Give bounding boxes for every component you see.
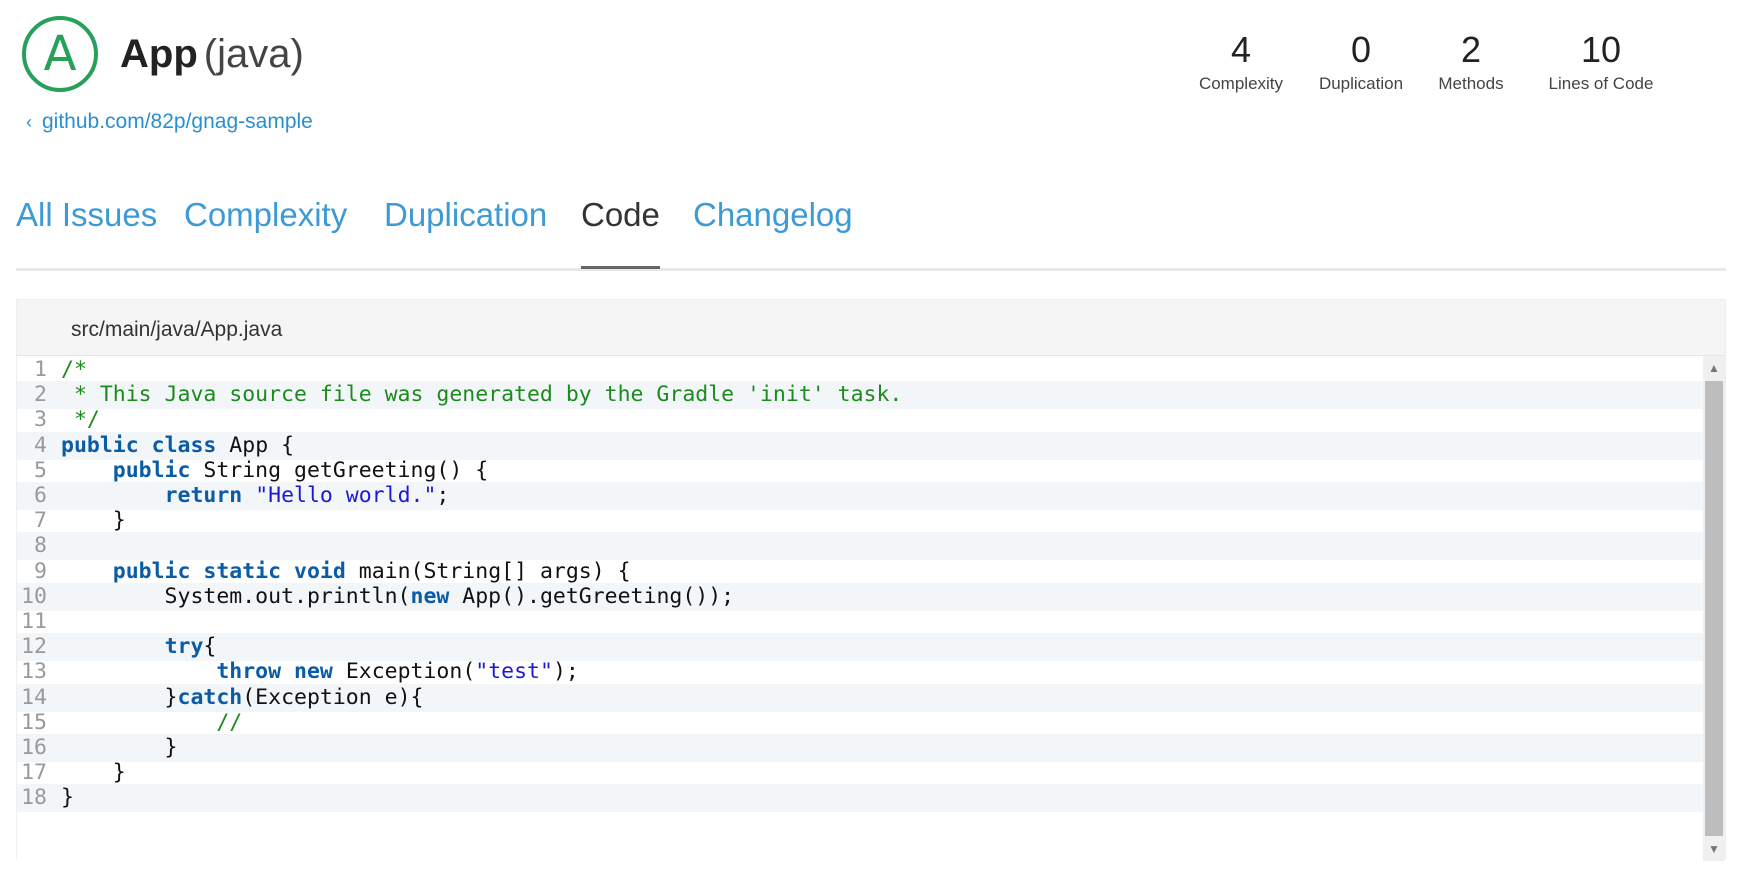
code-line: 12 try{ <box>17 633 1705 662</box>
stat-lines-of-code: 10 Lines of Code <box>1531 30 1671 94</box>
code-text: } <box>61 785 74 811</box>
code-line: 18} <box>17 784 1705 813</box>
code-line: 14 }catch(Exception e){ <box>17 683 1705 712</box>
tab-code[interactable]: Code <box>581 190 660 269</box>
code-line: 17 } <box>17 759 1705 787</box>
line-number: 2 <box>34 382 47 408</box>
stat-value: 4 <box>1230 29 1252 70</box>
chevron-left-icon: ‹ <box>26 111 32 132</box>
code-line: 16 } <box>17 734 1705 762</box>
scroll-down-icon[interactable]: ▼ <box>1703 839 1725 859</box>
stat-value: 10 <box>1580 29 1622 70</box>
line-number: 16 <box>21 735 47 760</box>
line-number: 4 <box>34 432 47 458</box>
code-text: public static void main(String[] args) { <box>112 558 631 584</box>
line-number: 15 <box>21 709 47 735</box>
line-number: 9 <box>34 558 47 584</box>
app-name: App <box>120 32 198 76</box>
line-number: 6 <box>34 483 47 508</box>
code-text: } <box>61 760 126 786</box>
code-line: 6 return "Hello world."; <box>17 482 1705 510</box>
page-title: App (java) <box>120 30 304 78</box>
line-number: 7 <box>34 508 47 534</box>
code-line: 13 throw new Exception("test"); <box>17 658 1705 686</box>
grade-badge: A <box>22 16 98 92</box>
line-number: 1 <box>34 357 47 382</box>
code-text: System.out.println(new App().getGreeting… <box>61 583 735 609</box>
code-line: 3 */ <box>17 406 1705 434</box>
code-text: } <box>61 735 178 760</box>
scroll-up-icon[interactable]: ▲ <box>1703 358 1725 378</box>
stat-value: 0 <box>1350 29 1372 70</box>
stat-label: Duplication <box>1318 74 1404 93</box>
code-text: /* <box>61 357 87 382</box>
stat-duplication: 0 Duplication <box>1301 30 1421 94</box>
tab-duplication[interactable]: Duplication <box>384 190 547 240</box>
scroll-thumb[interactable] <box>1705 381 1723 836</box>
line-number: 14 <box>21 684 47 710</box>
code-line: 7 } <box>17 507 1705 535</box>
stat-value: 2 <box>1460 29 1482 70</box>
code-text: public String getGreeting() { <box>112 457 489 483</box>
code-text: throw new Exception("test"); <box>216 659 579 685</box>
line-number: 5 <box>34 457 47 483</box>
repo-link-label: github.com/82p/gnag-sample <box>42 110 313 133</box>
code-text: return "Hello world."; <box>164 483 450 508</box>
code-viewer[interactable]: 1/* 2 * This Java source file was generat… <box>17 355 1725 861</box>
code-line: 2 * This Java source file was generated … <box>17 381 1705 410</box>
stat-complexity: 4 Complexity <box>1181 30 1301 94</box>
line-number: 11 <box>21 609 47 634</box>
stat-methods: 2 Methods <box>1421 30 1521 94</box>
stat-label: Complexity <box>1198 74 1284 93</box>
stats-panel: 4 Complexity 0 Duplication 2 Methods 10 … <box>1181 30 1741 100</box>
app-language: (java) <box>203 32 304 76</box>
code-text: public class App { <box>61 432 295 458</box>
file-path: src/main/java/App.java <box>71 318 283 341</box>
line-number: 3 <box>34 407 47 433</box>
tab-all-issues[interactable]: All Issues <box>16 190 157 240</box>
code-line: 11 <box>17 608 1705 636</box>
code-line: 10 System.out.println(new App().getGreet… <box>17 582 1705 611</box>
code-text: */ <box>61 407 100 433</box>
code-text: } <box>61 508 126 534</box>
tab-changelog[interactable]: Changelog <box>693 190 853 240</box>
code-text: // <box>61 709 243 735</box>
line-number: 10 <box>21 583 47 609</box>
code-line: 4 public class App { <box>17 431 1705 460</box>
code-line: 5 public String getGreeting() { <box>17 457 1705 485</box>
line-number: 13 <box>21 659 47 685</box>
line-number: 18 <box>21 785 47 811</box>
repo-link[interactable]: ‹ github.com/82p/gnag-sample <box>26 110 313 134</box>
stat-label: Lines of Code <box>1548 74 1654 93</box>
code-line: 8 <box>17 532 1705 561</box>
code-panel: src/main/java/App.java 1/* 2 * This Java … <box>16 299 1726 861</box>
code-text: }catch(Exception e){ <box>61 684 424 710</box>
line-number: 17 <box>21 760 47 786</box>
code-line: 9 public static void main(String[] args)… <box>17 558 1705 586</box>
code-text: try{ <box>164 634 217 660</box>
code-line: 15 // <box>17 709 1705 737</box>
vertical-scrollbar[interactable]: ▲ ▼ <box>1703 356 1725 861</box>
code-text: * This Java source file was generated by… <box>61 382 903 408</box>
code-line: 1 /* <box>17 356 1705 384</box>
stat-label: Methods <box>1438 74 1504 93</box>
tab-bar: All Issues Complexity Duplication Code C… <box>16 190 1726 271</box>
line-number: 12 <box>21 634 47 660</box>
line-number: 8 <box>34 533 47 559</box>
grade-letter: A <box>43 26 77 82</box>
tab-complexity[interactable]: Complexity <box>184 190 347 240</box>
